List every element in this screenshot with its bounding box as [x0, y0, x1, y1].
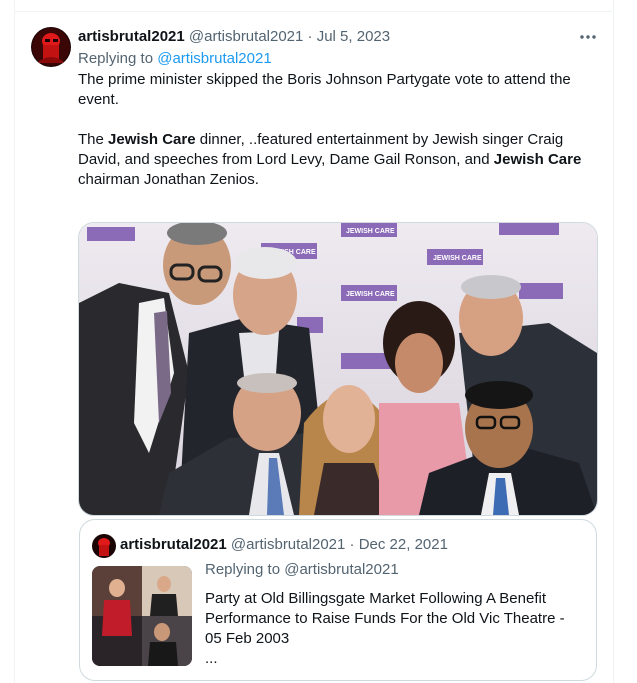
display-name[interactable]: artisbrutal2021 [78, 28, 185, 45]
avatar[interactable] [31, 27, 71, 67]
tweet-text: The prime minister skipped the Boris Joh… [78, 70, 593, 190]
text-span: chairman Jonathan Zenios. [78, 171, 259, 188]
handle[interactable]: @artisbrutal2021 [189, 28, 303, 45]
replying-prefix: Replying to [78, 50, 154, 67]
quoted-date[interactable]: Dec 22, 2021 [359, 536, 448, 553]
quoted-header: artisbrutal2021 @artisbrutal2021 · Dec 2… [120, 535, 448, 555]
tweet-date[interactable]: Jul 5, 2023 [317, 28, 390, 45]
separator: · [349, 536, 355, 553]
bold-text: Jewish Care [108, 131, 196, 148]
quoted-tweet[interactable]: artisbrutal2021 @artisbrutal2021 · Dec 2… [79, 519, 597, 681]
sign-label: JEWISH CARE [346, 291, 395, 298]
replying-to: Replying to @artisbrutal2021 [78, 49, 272, 69]
text-span: The [78, 131, 109, 148]
quoted-text: Party at Old Billingsgate Market Followi… [205, 589, 585, 669]
bold-text: Jewish Care [493, 151, 582, 168]
replying-handle-link[interactable]: @artisbrutal2021 [157, 50, 271, 67]
quoted-body: Party at Old Billingsgate Market Followi… [205, 590, 565, 647]
quoted-thumbnail[interactable] [92, 566, 192, 666]
quoted-replying-to: Replying to @artisbrutal2021 [205, 561, 399, 578]
divider [14, 11, 612, 12]
quoted-avatar[interactable] [92, 534, 116, 558]
sign-label: JEWISH CARE [433, 255, 482, 262]
tweet-photo[interactable]: JEWISH CARE JEWISH CARE JEWISH CARE JEWI… [78, 222, 598, 516]
quoted-display-name[interactable]: artisbrutal2021 [120, 536, 227, 553]
quoted-handle[interactable]: @artisbrutal2021 [231, 536, 345, 553]
sign-label: JEWISH CARE [346, 228, 395, 235]
tweet-paragraph-1: The prime minister skipped the Boris Joh… [78, 71, 571, 108]
tweet-paragraph-2: The Jewish Care dinner, ..featured enter… [78, 130, 593, 190]
quoted-ellipsis: ... [205, 650, 218, 667]
tweet-header: artisbrutal2021 @artisbrutal2021 · Jul 5… [78, 27, 390, 47]
separator: · [307, 28, 313, 45]
more-horizontal-icon[interactable] [578, 27, 598, 47]
